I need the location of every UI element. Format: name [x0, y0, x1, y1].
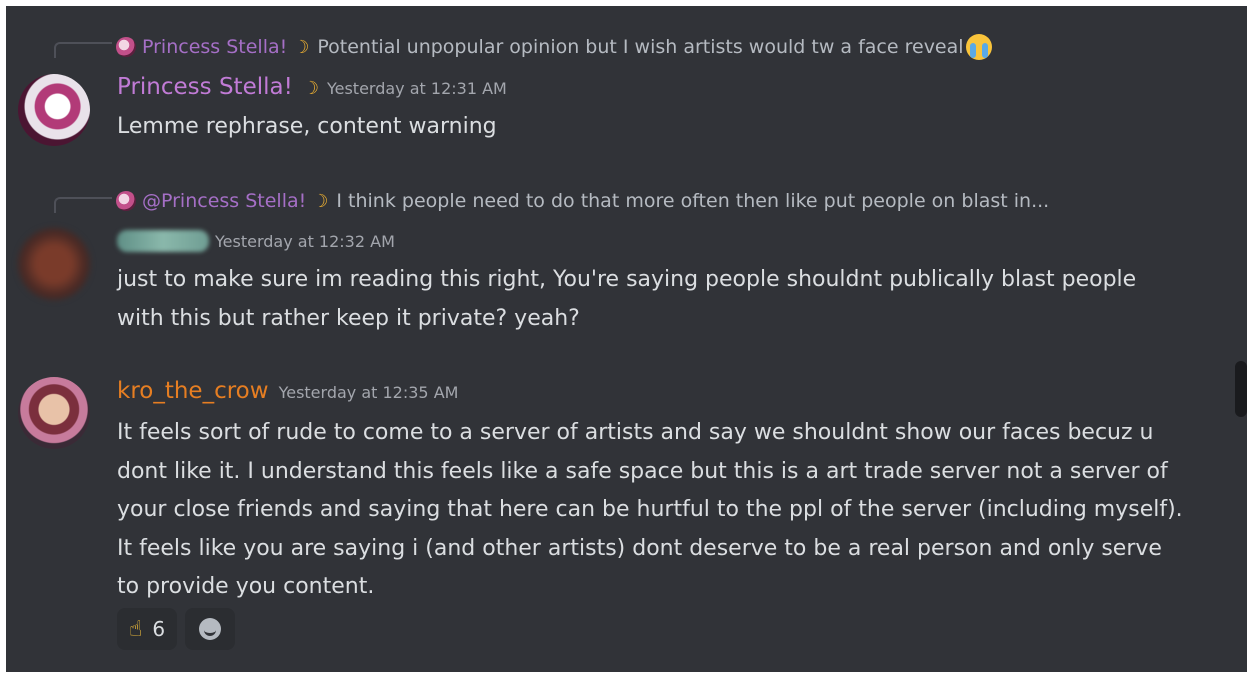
timestamp[interactable]: Yesterday at 12:32 AM — [215, 232, 395, 251]
reply-author[interactable]: Princess Stella! — [142, 36, 287, 58]
add-reaction-button[interactable] — [185, 608, 236, 650]
reply-text: Potential unpopular opinion but I wish a… — [317, 36, 964, 58]
reply-preview[interactable]: Princess Stella! ☽ Potential unpopular o… — [116, 34, 992, 60]
reply-connector — [54, 197, 112, 213]
message-text: just to make sure im reading this right,… — [117, 267, 1137, 331]
author-name-redacted[interactable] — [117, 230, 209, 252]
reply-mention[interactable]: @Princess Stella! — [142, 190, 306, 212]
smile-icon — [199, 618, 222, 640]
reactions-bar: ☝ 6 — [117, 608, 236, 650]
crescent-moon-icon: ☽ — [312, 190, 329, 212]
reply-text: I think people need to do that more ofte… — [336, 190, 1050, 212]
pointing-up-hand-icon: ☝ — [129, 616, 143, 642]
reply-avatar — [116, 37, 136, 57]
avatar[interactable] — [18, 377, 90, 449]
message-header: Princess Stella! ☽ Yesterday at 12:31 AM — [117, 74, 507, 100]
crescent-moon-icon: ☽ — [293, 36, 310, 58]
author-name[interactable]: kro_the_crow — [117, 378, 269, 404]
reaction-pointing-up[interactable]: ☝ 6 — [117, 608, 178, 650]
author-name[interactable]: Princess Stella! — [117, 74, 293, 100]
avatar[interactable] — [18, 228, 90, 300]
crying-face-icon — [965, 34, 992, 60]
avatar[interactable] — [18, 74, 90, 146]
timestamp[interactable]: Yesterday at 12:35 AM — [279, 383, 459, 402]
message-header: kro_the_crow Yesterday at 12:35 AM — [117, 378, 458, 404]
reply-preview[interactable]: @Princess Stella! ☽ I think people need … — [116, 188, 1049, 214]
timestamp[interactable]: Yesterday at 12:31 AM — [327, 79, 507, 98]
reply-avatar — [116, 191, 136, 211]
message-text: It feels sort of rude to come to a serve… — [117, 420, 1183, 599]
reply-connector — [54, 42, 112, 58]
crescent-moon-icon: ☽ — [302, 78, 319, 99]
message-header: Yesterday at 12:32 AM — [117, 230, 395, 252]
chat-panel: Princess Stella! ☽ Potential unpopular o… — [6, 6, 1247, 672]
message-text: Lemme rephrase, content warning — [117, 114, 497, 139]
reaction-count: 6 — [152, 617, 166, 641]
scrollbar-thumb[interactable] — [1235, 361, 1247, 417]
